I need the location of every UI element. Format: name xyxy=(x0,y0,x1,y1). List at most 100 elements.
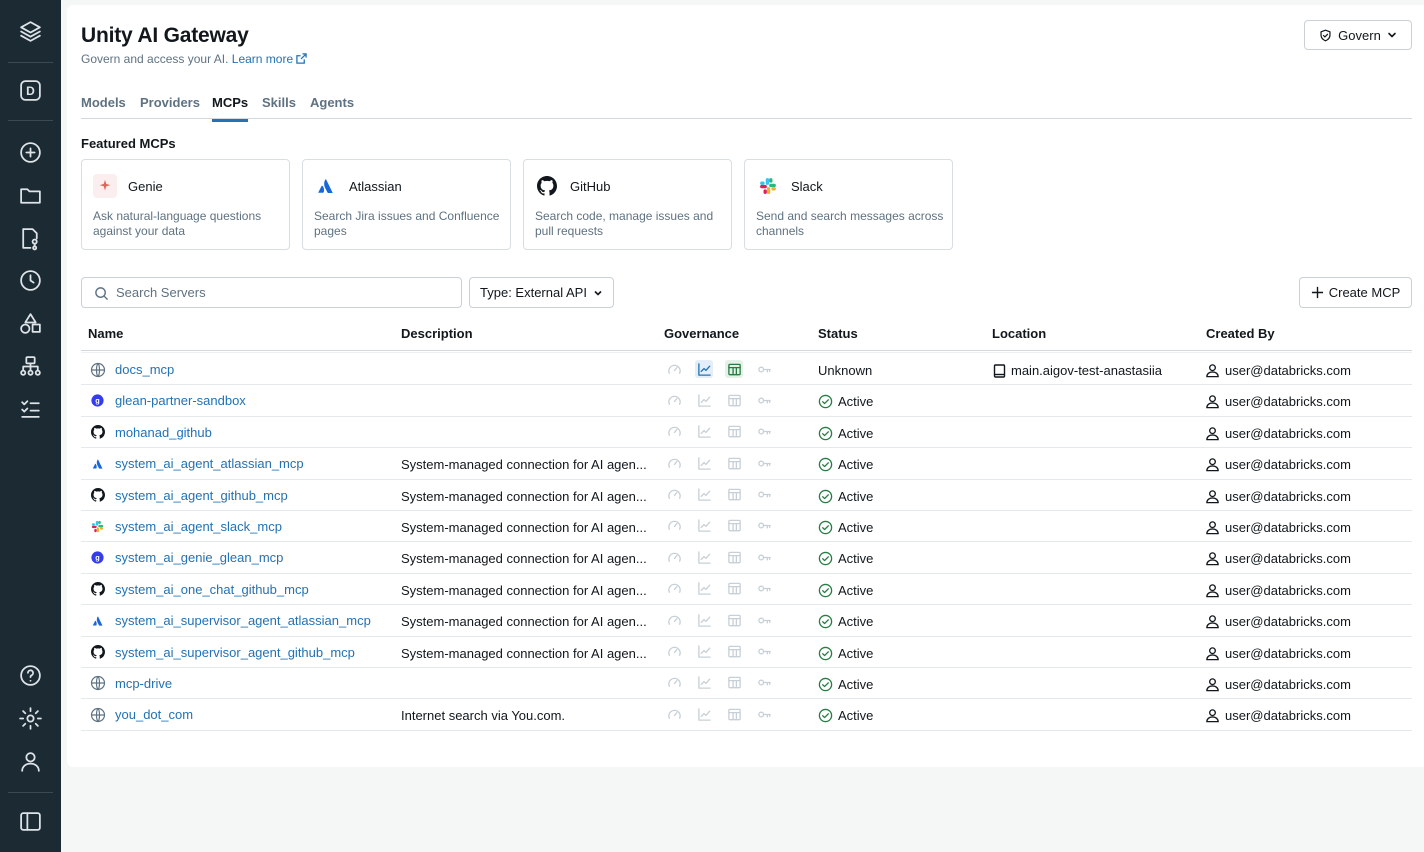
server-name-link[interactable]: system_ai_agent_atlassian_mcp xyxy=(115,456,304,471)
inference-table-icon[interactable] xyxy=(725,705,743,723)
databricks-logo-icon[interactable] xyxy=(18,19,43,44)
learn-more-link[interactable]: Learn more xyxy=(232,52,307,66)
rate-limit-gauge-icon[interactable] xyxy=(665,674,683,692)
credential-key-icon[interactable] xyxy=(755,580,773,598)
featured-card-slack[interactable]: Slack Send and search messages across ch… xyxy=(744,159,953,250)
settings-gear-icon[interactable] xyxy=(18,706,43,731)
help-icon[interactable] xyxy=(18,663,43,688)
server-name-link[interactable]: system_ai_supervisor_agent_atlassian_mcp xyxy=(115,613,371,628)
rate-limit-gauge-icon[interactable] xyxy=(665,548,683,566)
type-filter-dropdown[interactable]: Type: External API xyxy=(469,277,614,308)
catalog-shapes-icon[interactable] xyxy=(18,311,43,336)
credential-key-icon[interactable] xyxy=(755,548,773,566)
usage-chart-icon[interactable] xyxy=(695,674,713,692)
usage-chart-icon[interactable] xyxy=(695,454,713,472)
table-row[interactable]: g glean-partner-sandbox Active user@data… xyxy=(81,385,1412,417)
rate-limit-gauge-icon[interactable] xyxy=(665,517,683,535)
credential-key-icon[interactable] xyxy=(755,705,773,723)
new-item-icon[interactable] xyxy=(18,140,43,165)
usage-chart-icon[interactable] xyxy=(695,611,713,629)
featured-card-github[interactable]: GitHub Search code, manage issues and pu… xyxy=(523,159,732,250)
inference-table-icon[interactable] xyxy=(725,391,743,409)
server-name-link[interactable]: system_ai_agent_slack_mcp xyxy=(115,519,282,534)
usage-chart-icon[interactable] xyxy=(695,580,713,598)
table-row[interactable]: mcp-drive Active user@databricks.com xyxy=(81,668,1412,700)
workspace-switcher-button[interactable]: D xyxy=(18,78,43,103)
usage-chart-icon[interactable] xyxy=(695,391,713,409)
usage-chart-icon[interactable] xyxy=(695,548,713,566)
inference-table-icon[interactable] xyxy=(725,611,743,629)
credential-key-icon[interactable] xyxy=(755,454,773,472)
inference-table-icon[interactable] xyxy=(725,643,743,661)
search-servers-input[interactable] xyxy=(116,278,446,307)
server-name-link[interactable]: mohanad_github xyxy=(115,425,212,440)
table-row[interactable]: docs_mcp Unknown main.aigov-test-anastas… xyxy=(81,354,1412,386)
usage-chart-icon[interactable] xyxy=(695,517,713,535)
credential-key-icon[interactable] xyxy=(755,517,773,535)
workflows-icon[interactable] xyxy=(18,354,43,379)
column-header-governance[interactable]: Governance xyxy=(664,326,739,341)
inference-table-icon[interactable] xyxy=(725,580,743,598)
tab-models[interactable]: Models xyxy=(81,95,126,119)
inference-table-icon[interactable] xyxy=(725,423,743,441)
table-row[interactable]: system_ai_supervisor_agent_atlassian_mcp… xyxy=(81,605,1412,637)
server-name-link[interactable]: system_ai_genie_glean_mcp xyxy=(115,550,283,565)
rate-limit-gauge-icon[interactable] xyxy=(665,643,683,661)
featured-card-atlassian[interactable]: Atlassian Search Jira issues and Conflue… xyxy=(302,159,511,250)
usage-chart-icon[interactable] xyxy=(695,705,713,723)
rate-limit-gauge-icon[interactable] xyxy=(665,486,683,504)
table-row[interactable]: system_ai_supervisor_agent_github_mcp Sy… xyxy=(81,637,1412,668)
inference-table-icon[interactable] xyxy=(725,454,743,472)
usage-chart-icon[interactable] xyxy=(695,423,713,441)
workspace-folder-icon[interactable] xyxy=(18,183,43,208)
table-row[interactable]: g system_ai_genie_glean_mcp System-manag… xyxy=(81,542,1412,574)
server-name-link[interactable]: glean-partner-sandbox xyxy=(115,393,246,408)
server-name-link[interactable]: mcp-drive xyxy=(115,676,172,691)
server-name-link[interactable]: system_ai_one_chat_github_mcp xyxy=(115,582,309,597)
usage-chart-icon[interactable] xyxy=(695,643,713,661)
credential-key-icon[interactable] xyxy=(755,391,773,409)
table-row[interactable]: system_ai_agent_atlassian_mcp System-man… xyxy=(81,448,1412,480)
column-header-description[interactable]: Description xyxy=(401,326,473,341)
user-profile-icon[interactable] xyxy=(18,749,43,774)
credential-key-icon[interactable] xyxy=(755,611,773,629)
column-header-status[interactable]: Status xyxy=(818,326,858,341)
usage-chart-icon[interactable] xyxy=(695,486,713,504)
tasks-list-icon[interactable] xyxy=(18,396,43,421)
table-row[interactable]: system_ai_one_chat_github_mcp System-man… xyxy=(81,574,1412,606)
search-servers-box[interactable] xyxy=(81,277,462,308)
server-name-link[interactable]: you_dot_com xyxy=(115,707,193,722)
column-header-name[interactable]: Name xyxy=(88,326,123,341)
credential-key-icon[interactable] xyxy=(755,423,773,441)
rate-limit-gauge-icon[interactable] xyxy=(665,391,683,409)
tab-mcps[interactable]: MCPs xyxy=(212,95,249,122)
featured-card-genie[interactable]: Genie Ask natural-language questions aga… xyxy=(81,159,290,250)
rate-limit-gauge-icon[interactable] xyxy=(665,423,683,441)
rate-limit-gauge-icon[interactable] xyxy=(665,705,683,723)
inference-table-icon[interactable] xyxy=(725,517,743,535)
server-name-link[interactable]: system_ai_supervisor_agent_github_mcp xyxy=(115,645,355,660)
inference-table-icon[interactable] xyxy=(725,360,743,378)
rate-limit-gauge-icon[interactable] xyxy=(665,360,683,378)
inference-table-icon[interactable] xyxy=(725,548,743,566)
column-header-created-by[interactable]: Created By xyxy=(1206,326,1275,341)
credential-key-icon[interactable] xyxy=(755,643,773,661)
server-name-link[interactable]: docs_mcp xyxy=(115,362,174,377)
toggle-sidebar-icon[interactable] xyxy=(18,809,43,834)
recents-clock-icon[interactable] xyxy=(18,268,43,293)
inference-table-icon[interactable] xyxy=(725,486,743,504)
column-header-location[interactable]: Location xyxy=(992,326,1046,341)
table-row[interactable]: system_ai_agent_github_mcp System-manage… xyxy=(81,480,1412,511)
usage-chart-icon[interactable] xyxy=(695,360,713,378)
server-name-link[interactable]: system_ai_agent_github_mcp xyxy=(115,488,288,503)
tab-agents[interactable]: Agents xyxy=(310,95,354,119)
table-row[interactable]: system_ai_agent_slack_mcp System-managed… xyxy=(81,511,1412,543)
credential-key-icon[interactable] xyxy=(755,674,773,692)
tab-providers[interactable]: Providers xyxy=(140,95,200,119)
rate-limit-gauge-icon[interactable] xyxy=(665,611,683,629)
rate-limit-gauge-icon[interactable] xyxy=(665,454,683,472)
tab-skills[interactable]: Skills xyxy=(262,95,296,119)
credential-key-icon[interactable] xyxy=(755,486,773,504)
table-row[interactable]: mohanad_github Active user@databricks.co… xyxy=(81,417,1412,449)
repos-icon[interactable] xyxy=(18,226,43,251)
